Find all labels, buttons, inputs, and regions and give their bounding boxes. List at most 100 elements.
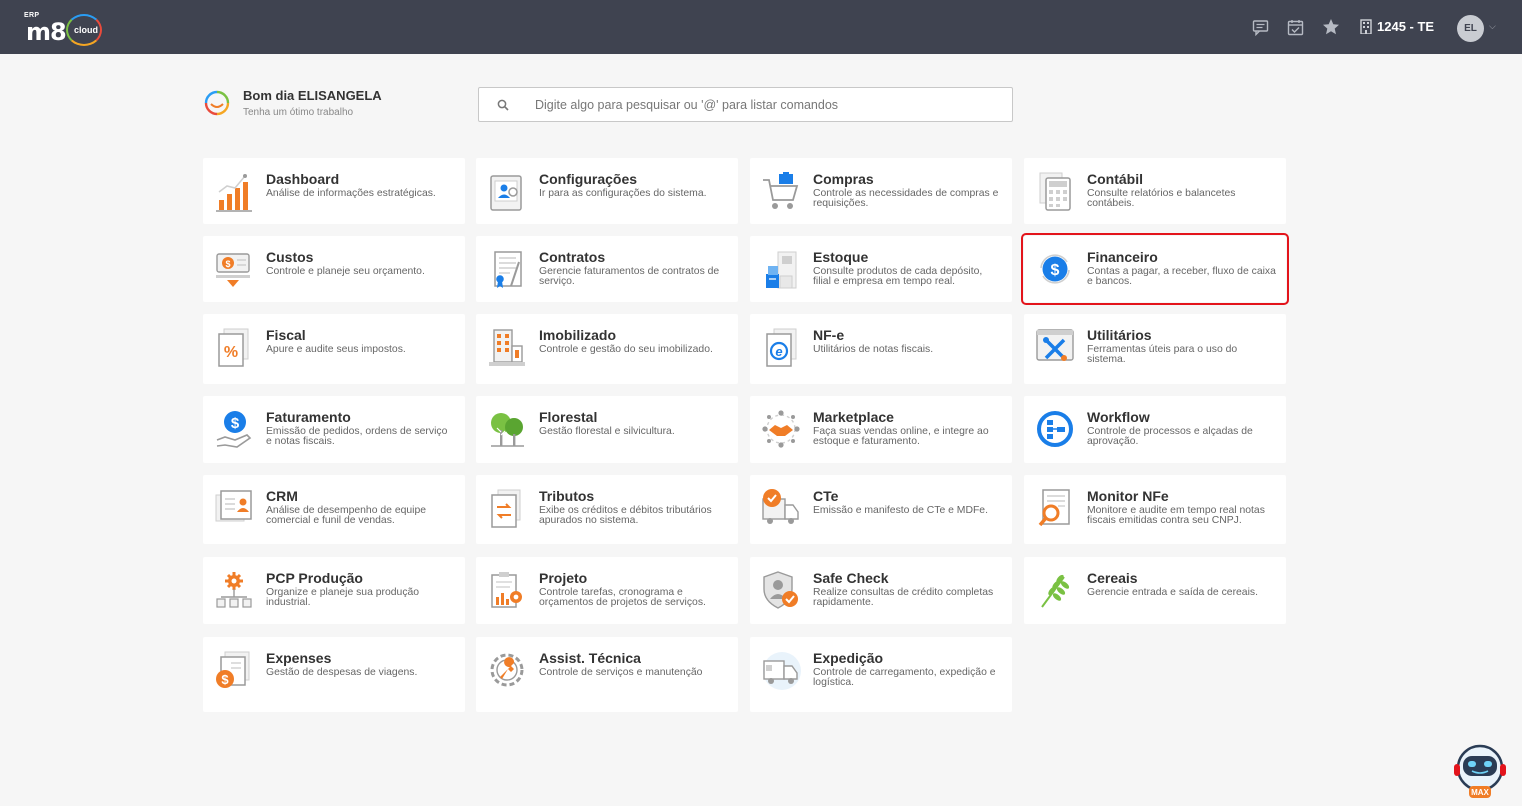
handshake-icon	[762, 410, 800, 448]
module-description: Emissão de pedidos, ordens de serviço e …	[266, 426, 448, 448]
erp-m8-cloud-logo[interactable]: ERP m8 cloud	[24, 12, 104, 46]
nfe-doc-icon: e	[766, 328, 797, 367]
module-title: Financeiro	[1087, 249, 1158, 265]
module-description: Gerencie faturamentos de contratos de se…	[539, 266, 720, 288]
wrench-gear-icon	[490, 653, 524, 687]
module-description: Controle e gestão do seu imobilizado.	[539, 344, 713, 355]
shield-check-icon	[763, 571, 798, 609]
module-card-faturamento[interactable]: $ Faturamento Emissão de pedidos, ordens d…	[203, 396, 465, 463]
module-title: Cereais	[1087, 570, 1138, 586]
svg-text:e: e	[775, 344, 782, 359]
module-card-monitor-nfe[interactable]: Monitor NFe Monitore e audite em tempo re…	[1024, 475, 1286, 544]
module-card-expedicao[interactable]: Expedição Controle de carregamento, exped…	[750, 637, 1012, 712]
calendar-check-icon[interactable]	[1286, 18, 1304, 36]
module-title: Estoque	[813, 249, 869, 265]
module-title: Expenses	[266, 650, 332, 666]
module-card-contabil[interactable]: Contábil Consulte relatórios e balancetes…	[1024, 158, 1286, 224]
tools-icon	[1036, 329, 1074, 361]
module-title: NF-e	[813, 327, 845, 343]
shopping-cart-icon	[763, 172, 799, 209]
module-title: CTe	[813, 488, 839, 504]
command-search-box[interactable]	[478, 87, 1013, 122]
module-description: Análise de desempenho de equipe comercia…	[266, 505, 427, 527]
chevron-down-icon[interactable]: ⌵	[1489, 21, 1496, 32]
contract-icon	[494, 251, 522, 288]
search-icon	[497, 99, 509, 111]
cost-icon: $	[216, 253, 250, 287]
module-description: Realize consultas de crédito completas r…	[813, 587, 994, 609]
greeting-title: Bom dia ELISANGELA	[243, 88, 382, 103]
module-card-configuracoes[interactable]: Configurações Ir para as configurações do…	[476, 158, 738, 224]
module-card-nf-e[interactable]: e NF-e Utilitários de notas fiscais.	[750, 314, 1012, 384]
module-card-tributos[interactable]: Tributos Exibe os créditos e débitos trib…	[476, 475, 738, 544]
module-description: Controle de processos e alçadas de aprov…	[1087, 426, 1253, 448]
module-title: PCP Produção	[266, 570, 363, 586]
module-card-fiscal[interactable]: % Fiscal Apure e audite seus impostos.	[203, 314, 465, 384]
module-card-marketplace[interactable]: Marketplace Faça suas vendas online, e in…	[750, 396, 1012, 463]
hand-dollar-icon: $	[216, 411, 252, 448]
star-favorites-icon[interactable]	[1322, 18, 1340, 36]
building-icon	[489, 329, 525, 366]
module-title: Monitor NFe	[1087, 488, 1169, 504]
module-title: Contábil	[1087, 171, 1143, 187]
svg-text:%: %	[224, 344, 238, 361]
module-card-crm[interactable]: CRM Análise de desempenho de equipe comer…	[203, 475, 465, 544]
module-title: Workflow	[1087, 409, 1150, 425]
module-description: Controle e planeje seu orçamento.	[266, 266, 425, 277]
percent-doc-icon: %	[218, 328, 249, 367]
module-card-cereais[interactable]: Cereais Gerencie entrada e saída de cerea…	[1024, 557, 1286, 624]
user-avatar[interactable]: EL	[1457, 15, 1484, 42]
module-card-florestal[interactable]: Florestal Gestão florestal e silvicultura…	[476, 396, 738, 463]
module-title: Imobilizado	[539, 327, 616, 343]
module-description: Emissão e manifesto de CTe e MDFe.	[813, 505, 988, 516]
module-description: Gerencie entrada e saída de cereais.	[1087, 587, 1258, 598]
module-description: Análise de informações estratégicas.	[266, 188, 436, 199]
search-input[interactable]	[535, 88, 995, 121]
module-description: Apure e audite seus impostos.	[266, 344, 406, 355]
trees-icon	[491, 413, 524, 447]
project-clipboard-icon	[491, 572, 522, 608]
module-card-imobilizado[interactable]: Imobilizado Controle e gestão do seu imob…	[476, 314, 738, 384]
module-card-dashboard[interactable]: Dashboard Análise de informações estratég…	[203, 158, 465, 224]
module-title: Safe Check	[813, 570, 889, 586]
contact-card-icon	[215, 490, 252, 522]
module-card-estoque[interactable]: Estoque Consulte produtos de cada depósit…	[750, 236, 1012, 302]
logo-cloud-text: cloud	[74, 25, 98, 35]
module-description: Controle de carregamento, expedição e lo…	[813, 667, 996, 689]
chat-icon[interactable]	[1251, 18, 1269, 36]
module-card-projeto[interactable]: Projeto Controle tarefas, cronograma e or…	[476, 557, 738, 624]
module-description: Contas a pagar, a receber, fluxo de caix…	[1087, 266, 1276, 288]
module-description: Ir para as configurações do sistema.	[539, 188, 707, 199]
module-card-custos[interactable]: $ Custos Controle e planeje seu orçamento.	[203, 236, 465, 302]
greeting-subtitle: Tenha um ótimo trabalho	[243, 107, 354, 118]
module-title: Custos	[266, 249, 314, 265]
module-title: Florestal	[539, 409, 598, 425]
module-title: Faturamento	[266, 409, 351, 425]
module-card-cte[interactable]: CTe Emissão e manifesto de CTe e MDFe.	[750, 475, 1012, 544]
module-card-contratos[interactable]: Contratos Gerencie faturamentos de contra…	[476, 236, 738, 302]
module-card-pcp-producao[interactable]: PCP Produção Organize e planeje sua produ…	[203, 557, 465, 624]
module-card-compras[interactable]: Compras Controle as necessidades de compr…	[750, 158, 1012, 224]
svg-text:$: $	[231, 415, 240, 432]
module-description: Exibe os créditos e débitos tributários …	[539, 505, 712, 527]
module-card-safe-check[interactable]: Safe Check Realize consultas de crédito c…	[750, 557, 1012, 624]
company-selector[interactable]: 1245 - TE	[1360, 19, 1434, 34]
truck-check-icon	[762, 489, 799, 524]
max-assistant-robot-icon[interactable]: MAX	[1452, 742, 1508, 800]
module-card-financeiro[interactable]: $ Financeiro Contas a pagar, a receber, fl…	[1021, 233, 1289, 305]
module-title: Projeto	[539, 570, 588, 586]
svg-text:$: $	[221, 672, 229, 687]
production-gear-icon	[216, 572, 252, 608]
module-description: Controle de serviços e manutenção	[539, 667, 703, 678]
module-description: Ferramentas úteis para o uso do sistema.	[1087, 344, 1238, 366]
module-card-workflow[interactable]: Workflow Controle de processos e alçadas …	[1024, 396, 1286, 463]
module-card-utilitarios[interactable]: Utilitários Ferramentas úteis para o uso …	[1024, 314, 1286, 384]
module-description: Consulte produtos de cada depósito, fili…	[813, 266, 983, 288]
module-card-assist-tecnica[interactable]: Assist. Técnica Controle de serviços e ma…	[476, 637, 738, 712]
module-card-expenses[interactable]: $ Expenses Gestão de despesas de viagens.	[203, 637, 465, 712]
svg-text:$: $	[225, 259, 230, 269]
company-label: 1245 - TE	[1377, 19, 1435, 34]
module-title: Utilitários	[1087, 327, 1152, 343]
magnifier-doc-icon	[1038, 489, 1070, 527]
module-description: Utilitários de notas fiscais.	[813, 344, 934, 355]
